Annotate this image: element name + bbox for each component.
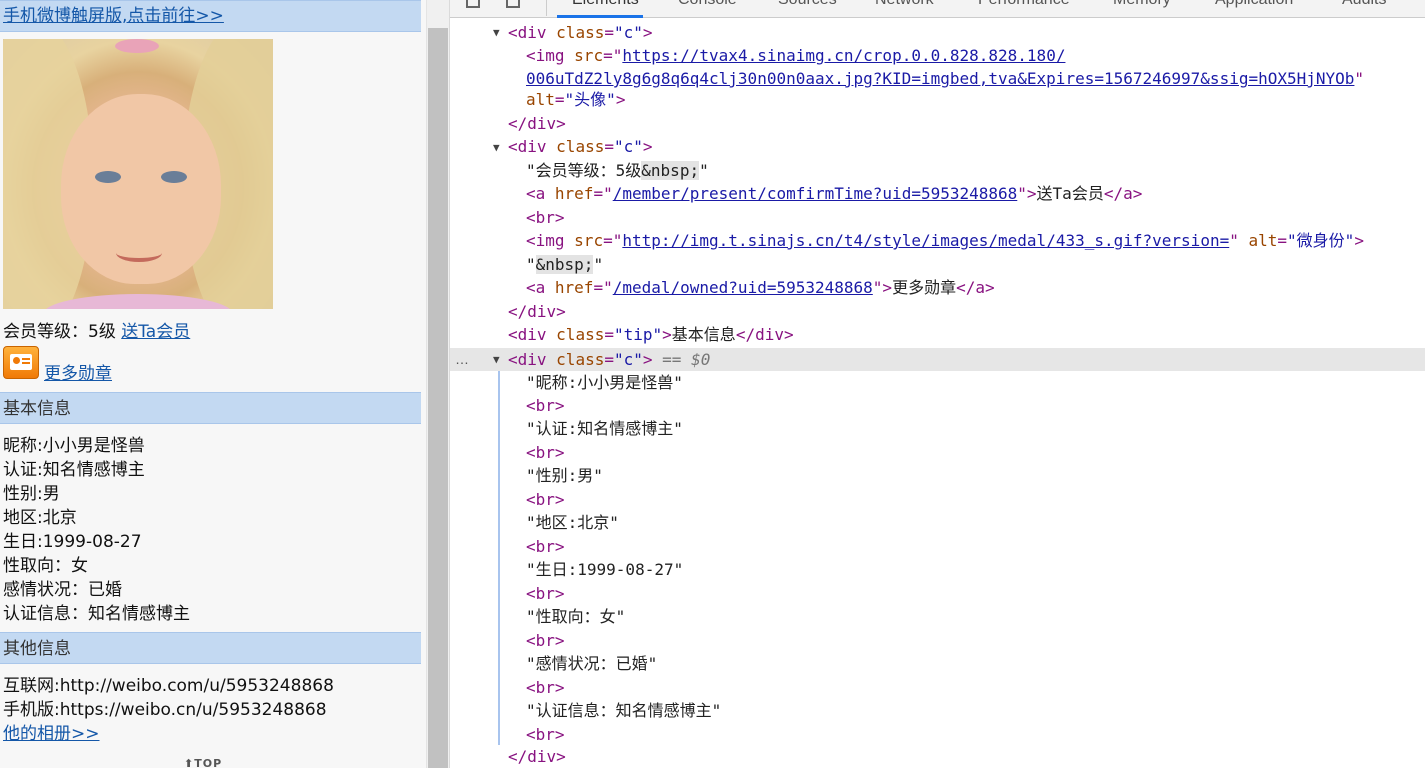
device-toolbar-icon[interactable] [506, 0, 520, 8]
info-birthday: 生日:1999-08-27 [3, 532, 142, 552]
info-verify-detail: 认证信息：知名情感博主 [3, 604, 190, 624]
dom-close-div-1[interactable]: </div> [508, 112, 566, 135]
dom-node-a-medals[interactable]: <a href="/medal/owned?uid=5953248868">更多… [526, 276, 995, 299]
selected-node-guide-line [498, 371, 500, 745]
tab-memory[interactable]: Memory [1113, 0, 1171, 9]
tab-audits[interactable]: Audits [1342, 0, 1386, 9]
info-nickname: 昵称:小小男是怪兽 [3, 436, 145, 456]
dom-close-div-3[interactable]: </div> [508, 745, 566, 768]
tab-sources[interactable]: Sources [778, 0, 837, 9]
dom-node-div-c-selected[interactable]: <div class="c"> == $0 [508, 348, 710, 371]
dom-text-nbsp[interactable]: "&nbsp;" [526, 253, 603, 276]
tab-application[interactable]: Application [1215, 0, 1293, 9]
dom-close-div-2[interactable]: </div> [508, 300, 566, 323]
page-scrollbar-thumb[interactable] [428, 28, 448, 768]
dom-br[interactable]: <br> [526, 723, 565, 746]
dom-br[interactable]: <br> [526, 206, 565, 229]
more-medals-link[interactable]: 更多勋章 [44, 362, 112, 386]
inspect-element-icon[interactable] [466, 0, 480, 8]
dom-br[interactable]: <br> [526, 488, 565, 511]
dom-br[interactable]: <br> [526, 629, 565, 652]
back-to-top-button[interactable]: ⬆TOP [184, 752, 222, 768]
dom-node-div-c-2[interactable]: <div class="c"> [508, 135, 653, 158]
gift-member-link[interactable]: 送Ta会员 [121, 322, 190, 342]
dom-text-verify[interactable]: "认证:知名情感博主" [526, 417, 683, 440]
dom-node-a-gift[interactable]: <a href="/member/present/comfirmTime?uid… [526, 182, 1142, 205]
dom-text-orientation[interactable]: "性取向：女" [526, 605, 625, 628]
devtools-toolbar: Elements Console Sources Network Perform… [450, 0, 1425, 18]
mobile-touch-link[interactable]: 手机微博触屏版,点击前往>> [3, 6, 224, 26]
mobile-touch-tip-bar: 手机微博触屏版,点击前往>> [0, 0, 421, 32]
dom-br[interactable]: <br> [526, 441, 565, 464]
dom-img-src-continued[interactable]: 006uTdZ2ly8g6g8q6q4clj30n00n0aax.jpg?KID… [526, 67, 1364, 90]
member-level-line: 会员等级：5级 送Ta会员 [3, 320, 190, 344]
dom-node-div-tip[interactable]: <div class="tip">基本信息</div> [508, 323, 794, 346]
album-link[interactable]: 他的相册>> [3, 722, 100, 746]
tab-elements[interactable]: Elements [572, 0, 639, 9]
dom-text-region[interactable]: "地区:北京" [526, 511, 619, 534]
dom-img-alt: alt="头像"> [526, 90, 626, 109]
collapse-triangle-icon[interactable]: ▼ [493, 353, 500, 366]
dom-br[interactable]: <br> [526, 535, 565, 558]
dom-text-member-level[interactable]: "会员等级：5级&nbsp;" [526, 159, 709, 182]
dom-node-img-avatar[interactable]: <img src="https://tvax4.sinaimg.cn/crop.… [526, 44, 1065, 67]
dom-node-div-c-1[interactable]: <div class="c"> [508, 21, 653, 44]
info-relationship: 感情状况：已婚 [3, 580, 122, 600]
info-verify: 认证:知名情感博主 [3, 460, 145, 480]
dom-br[interactable]: <br> [526, 394, 565, 417]
dom-br[interactable]: <br> [526, 582, 565, 605]
internet-url-text: 互联网:http://weibo.com/u/5953248868 [3, 676, 334, 696]
tab-console[interactable]: Console [678, 0, 737, 9]
tab-network[interactable]: Network [875, 0, 934, 9]
other-info-tip: 其他信息 [0, 632, 421, 664]
active-tab-indicator [557, 15, 643, 18]
basic-info-tip: 基本信息 [0, 392, 421, 424]
expand-triangle-icon[interactable]: ▼ [493, 26, 500, 39]
info-region: 地区:北京 [3, 508, 77, 528]
node-actions-ellipsis[interactable]: … [455, 348, 469, 371]
member-level-text: 会员等级：5级 [3, 322, 116, 342]
tab-performance[interactable]: Performance [978, 0, 1070, 9]
dom-text-verify-info[interactable]: "认证信息：知名情感博主" [526, 699, 721, 722]
dom-text-relationship[interactable]: "感情状况：已婚" [526, 652, 657, 675]
arrow-up-icon: ⬆ [184, 757, 195, 768]
dom-text-nickname[interactable]: "昵称:小小男是怪兽" [526, 371, 683, 394]
dom-text-birthday[interactable]: "生日:1999-08-27" [526, 558, 683, 581]
info-gender: 性别:男 [3, 484, 60, 504]
dom-br[interactable]: <br> [526, 676, 565, 699]
dom-node-img-medal[interactable]: <img src="http://img.t.sinajs.cn/t4/styl… [526, 229, 1364, 252]
info-orientation: 性取向：女 [3, 556, 88, 576]
identity-medal-icon[interactable] [3, 346, 39, 379]
expand-triangle-icon[interactable]: ▼ [493, 141, 500, 154]
dom-text-gender[interactable]: "性别:男" [526, 464, 603, 487]
weibo-profile-page: 手机微博触屏版,点击前往>> 会员等级：5级 送Ta会员 更多勋章 基本信息 昵… [0, 0, 426, 768]
devtools-panel: Elements Console Sources Network Perform… [450, 0, 1425, 768]
mobile-url-text: 手机版:https://weibo.cn/u/5953248868 [3, 700, 327, 720]
avatar [3, 39, 273, 309]
